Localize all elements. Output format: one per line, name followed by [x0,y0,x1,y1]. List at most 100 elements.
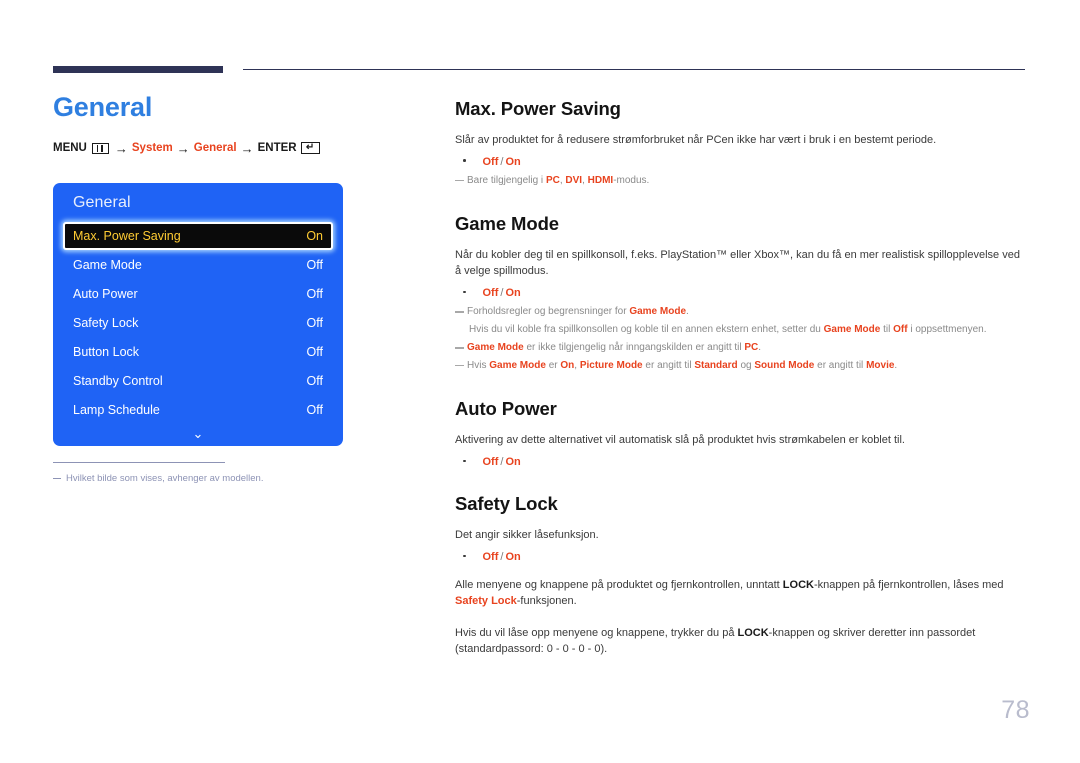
bullet-icon [463,290,466,294]
page-header-rules [53,66,1025,76]
note3-bold-movie: Movie [866,359,895,371]
para1-post: -funksjonen. [516,595,577,608]
para1-bold-lock: LOCK [782,579,814,592]
section-heading-game-mode: Game Mode [455,213,559,235]
osd-panel-title: General [73,194,131,211]
menu-path-step-general: General [193,142,237,155]
max-power-saving-note: Bare tilgjengelig i PC, DVI, HDMI-modus. [455,174,1025,189]
osd-item-max-power-saving[interactable]: Max. Power Saving On [63,222,333,250]
page-number: 78 [1001,696,1030,724]
game-mode-note-1: Forholdsregler og begrensninger for Game… [455,305,1025,320]
osd-item-value: Off [306,315,323,330]
note1-sub-pre: Hvis du vil koble fra spillkonsollen og … [469,323,824,335]
para1-bold-safety-lock: Safety Lock [455,595,517,608]
safety-lock-para-1: Alle menyene og knappene på produktet og… [455,578,1025,610]
option-on: On [505,155,521,168]
note1-sub-bold-game-mode: Game Mode [823,323,881,335]
dash-icon [455,179,464,182]
note-bold-hdmi: HDMI [587,174,614,186]
osd-item-value: Off [306,286,323,301]
note1-sub-mid: til [880,323,894,335]
osd-item-label: Lamp Schedule [73,402,160,417]
osd-item-value: Off [306,344,323,359]
para2-pre: Hvis du vil låse opp menyene og knappene… [455,627,738,640]
note3-mid-5: er angitt til [814,359,867,371]
osd-item-label: Safety Lock [73,315,139,330]
option-on: On [505,287,521,300]
option-off: Off [482,551,499,564]
note3-bold-standard: Standard [694,359,738,371]
footnote-divider [53,462,225,463]
arrow-icon-3: → [240,140,254,156]
note1-pre: Forholdsregler og begrensninger for [467,306,630,318]
safety-lock-options: Off / On [455,551,1025,563]
section-heading-max-power-saving: Max. Power Saving [455,98,621,119]
menu-path-breadcrumb: MENU → System → General → ENTER ↵ [53,142,413,155]
osd-item-value: Off [306,373,323,388]
safety-lock-body: Det angir sikker låsefunksjon. [455,529,599,542]
note2-bold-pc: PC [744,342,759,354]
section-heading-safety-lock: Safety Lock [455,493,558,515]
osd-item-safety-lock[interactable]: Safety Lock Off [63,308,333,337]
note3-mid-1: er [545,359,561,371]
bullet-icon [463,459,466,463]
chevron-down-icon[interactable]: ⌄ [63,427,333,441]
note2-post: . [758,342,762,354]
para1-pre: Alle menyene og knappene på produktet og… [455,579,783,592]
header-thin-rule [243,69,1025,70]
osd-item-game-mode[interactable]: Game Mode Off [63,250,333,279]
note1-bold: Game Mode [629,306,687,318]
osd-item-lamp-schedule[interactable]: Lamp Schedule Off [63,395,333,424]
osd-item-value: Off [306,257,323,272]
option-off: Off [482,287,499,300]
header-accent-bar [53,66,223,73]
option-on: On [505,551,521,564]
osd-item-label: Standby Control [73,373,163,388]
enter-key-icon: ↵ [300,142,320,155]
note3-bold-picture-mode: Picture Mode [579,359,643,371]
note-text-post: -modus. [613,174,650,186]
osd-item-button-lock[interactable]: Button Lock Off [63,337,333,366]
osd-menu-panel: General Max. Power Saving On Game Mode O… [53,183,343,446]
note3-bold-sound-mode: Sound Mode [754,359,815,371]
osd-menu-list: Max. Power Saving On Game Mode Off Auto … [53,222,343,441]
bullet-icon [463,159,466,162]
menu-path-menu-label: MENU [53,142,87,155]
osd-item-label: Auto Power [73,286,138,301]
osd-item-standby-control[interactable]: Standby Control Off [63,366,333,395]
game-mode-note-1-sub: Hvis du vil koble fra spillkonsollen og … [469,323,1025,338]
option-separator: / [500,551,504,564]
osd-item-auto-power[interactable]: Auto Power Off [63,279,333,308]
note3-post: . [894,359,898,371]
footnote-text: Hvilket bilde som vises, avhenger av mod… [66,473,264,484]
note3-mid-4: og [737,359,755,371]
dash-icon [455,364,464,367]
game-mode-options: Off / On [455,287,1025,299]
auto-power-body: Aktivering av dette alternativet vil aut… [455,434,905,447]
dash-icon [455,347,464,349]
osd-item-label: Game Mode [73,257,142,272]
osd-item-label: Max. Power Saving [73,229,181,243]
note-text-pre: Bare tilgjengelig i [467,174,546,186]
menu-bars-icon [91,142,109,154]
bullet-icon [463,554,466,558]
footnote-line: Hvilket bilde som vises, avhenger av mod… [53,472,353,485]
arrow-icon-1: → [114,140,128,156]
option-on: On [505,456,521,469]
game-mode-note-3: Hvis Game Mode er On, Picture Mode er an… [455,359,1025,374]
option-off: Off [482,155,499,168]
note1-sub-post: i oppsettmenyen. [907,323,987,335]
para2-bold-lock: LOCK [737,627,769,640]
osd-item-label: Button Lock [73,344,140,359]
left-footnote: Hvilket bilde som vises, avhenger av mod… [53,462,353,485]
game-mode-body: Når du kobler deg til en spillkonsoll, f… [455,249,1020,278]
game-mode-note-2: Game Mode er ikke tilgjengelig når innga… [455,341,1025,356]
note1-post: . [686,306,689,318]
section-heading-auto-power: Auto Power [455,398,557,420]
option-separator: / [500,456,504,469]
note3-mid-3: er angitt til [642,359,695,371]
menu-path-step-system: System [131,142,173,155]
dash-icon [455,311,464,313]
